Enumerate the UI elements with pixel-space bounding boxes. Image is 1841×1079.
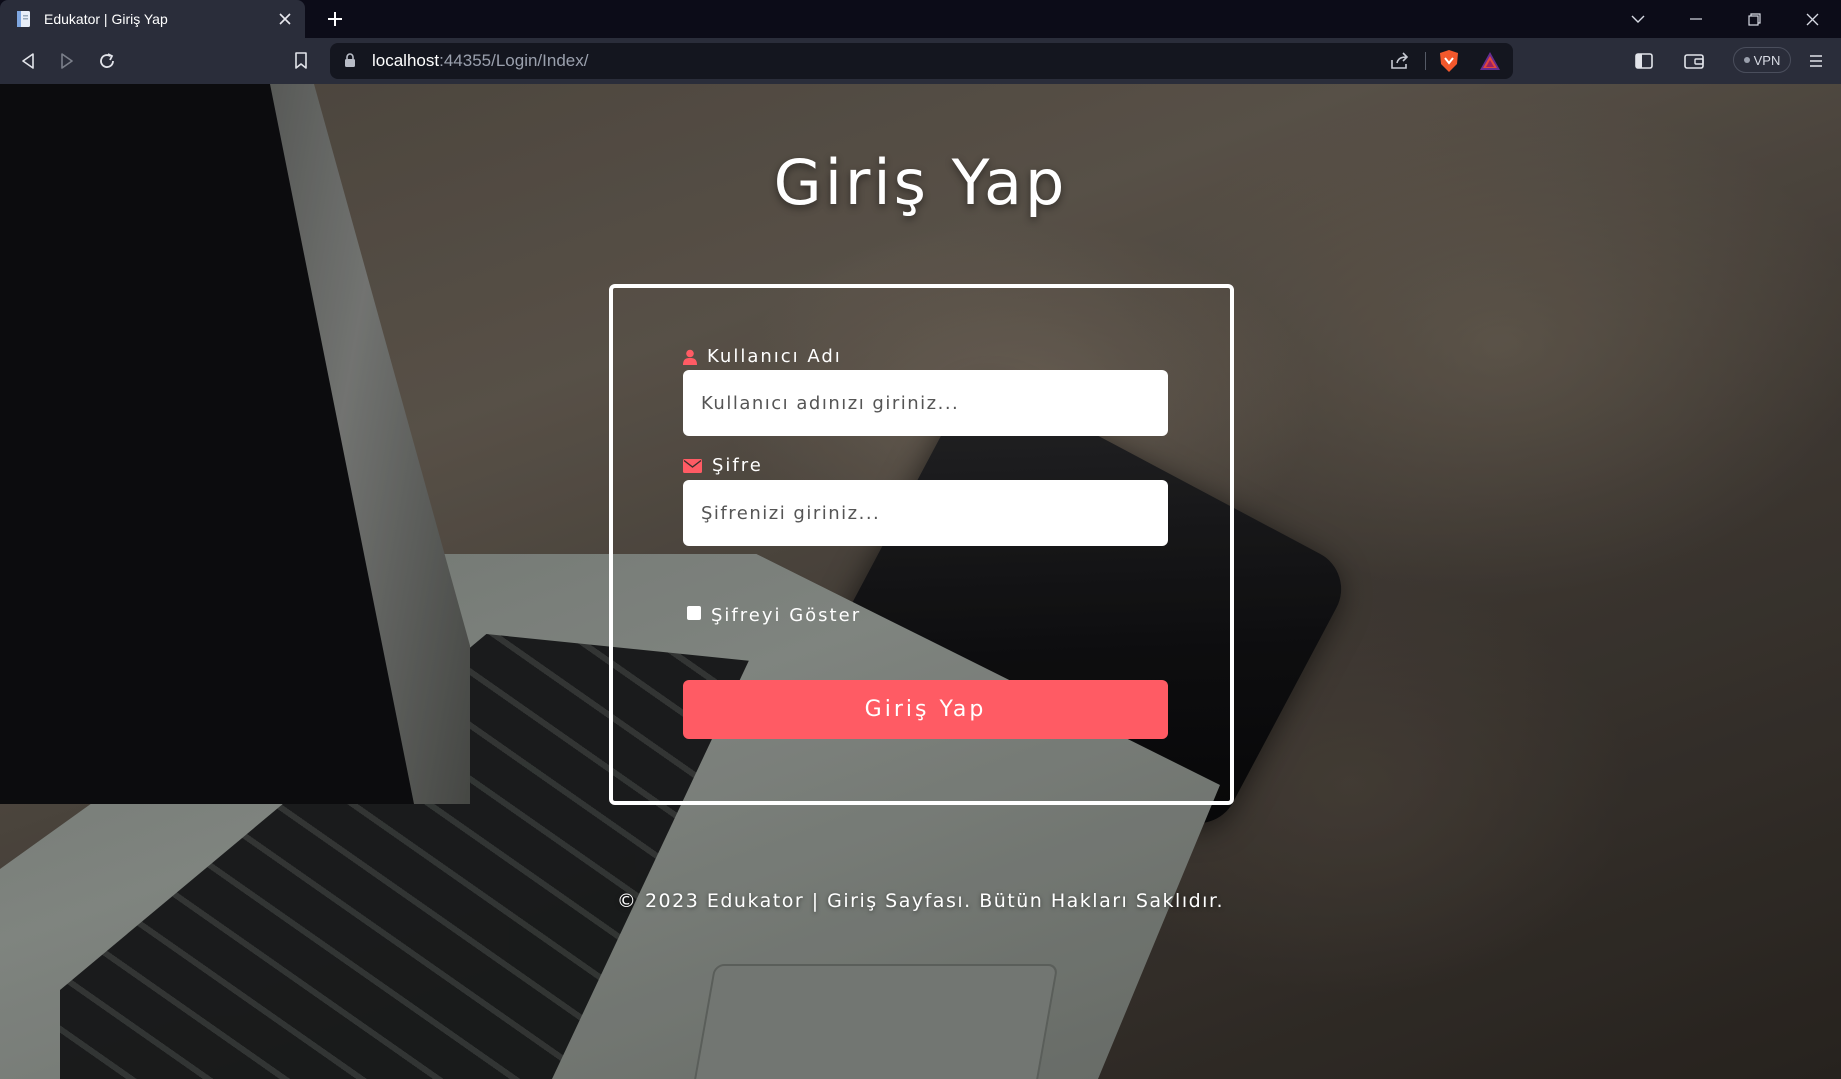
login-button[interactable]: Giriş Yap bbox=[683, 680, 1168, 739]
omnibox-divider bbox=[1425, 52, 1426, 70]
url-host: localhost bbox=[372, 51, 440, 70]
favicon-icon bbox=[14, 9, 34, 29]
envelope-icon bbox=[683, 458, 702, 473]
password-label: Şifre bbox=[683, 455, 763, 476]
vpn-button[interactable]: VPN bbox=[1733, 47, 1791, 73]
brave-rewards-icon[interactable] bbox=[1479, 43, 1501, 79]
username-label: Kullanıcı Adı bbox=[683, 346, 842, 367]
username-input[interactable] bbox=[683, 370, 1168, 436]
login-page: Giriş Yap Kullanıcı Adı Şifre Şifreyi Gö… bbox=[0, 84, 1841, 1079]
url-path: :44355/Login/Index/ bbox=[439, 51, 589, 70]
show-password-checkbox[interactable] bbox=[687, 605, 701, 620]
close-tab-icon[interactable] bbox=[271, 5, 299, 33]
brave-shields-icon[interactable] bbox=[1438, 43, 1460, 79]
wallet-icon[interactable] bbox=[1678, 45, 1710, 77]
window-controls bbox=[1609, 0, 1841, 38]
browser-window: Edukator | Giriş Yap localhost:44355/Log… bbox=[0, 0, 1841, 1079]
tab-strip: Edukator | Giriş Yap bbox=[0, 0, 1841, 38]
back-icon[interactable] bbox=[12, 45, 44, 77]
tab-search-icon[interactable] bbox=[1609, 0, 1667, 38]
show-password-toggle[interactable]: Şifreyi Göster bbox=[687, 605, 861, 626]
browser-toolbar: localhost:44355/Login/Index/ VPN bbox=[0, 38, 1841, 84]
page-title: Giriş Yap bbox=[773, 146, 1068, 219]
footer-copyright: © 2023 Edukator | Giriş Sayfası. Bütün H… bbox=[616, 890, 1225, 912]
bookmark-icon[interactable] bbox=[285, 45, 317, 77]
tab-title: Edukator | Giriş Yap bbox=[44, 11, 168, 27]
minimize-icon[interactable] bbox=[1667, 0, 1725, 38]
menu-icon[interactable] bbox=[1800, 45, 1832, 77]
username-label-text: Kullanıcı Adı bbox=[707, 346, 842, 367]
address-bar[interactable]: localhost:44355/Login/Index/ bbox=[330, 43, 1513, 79]
forward-icon[interactable] bbox=[51, 45, 83, 77]
share-icon[interactable] bbox=[1390, 43, 1410, 79]
lock-icon[interactable] bbox=[344, 53, 356, 72]
vpn-status-icon bbox=[1743, 57, 1750, 63]
password-input[interactable] bbox=[683, 480, 1168, 546]
user-icon bbox=[683, 349, 697, 365]
tab-active[interactable]: Edukator | Giriş Yap bbox=[0, 0, 305, 38]
login-form: Kullanıcı Adı Şifre Şifreyi Göster Giriş… bbox=[609, 284, 1234, 805]
password-label-text: Şifre bbox=[712, 455, 763, 476]
restore-icon[interactable] bbox=[1725, 0, 1783, 38]
sidebar-icon[interactable] bbox=[1628, 45, 1660, 77]
url-text[interactable]: localhost:44355/Login/Index/ bbox=[372, 43, 588, 79]
reload-icon[interactable] bbox=[91, 45, 123, 77]
close-window-icon[interactable] bbox=[1783, 0, 1841, 38]
vpn-label: VPN bbox=[1753, 52, 1781, 68]
show-password-label: Şifreyi Göster bbox=[711, 605, 862, 626]
new-tab-icon[interactable] bbox=[320, 4, 350, 34]
